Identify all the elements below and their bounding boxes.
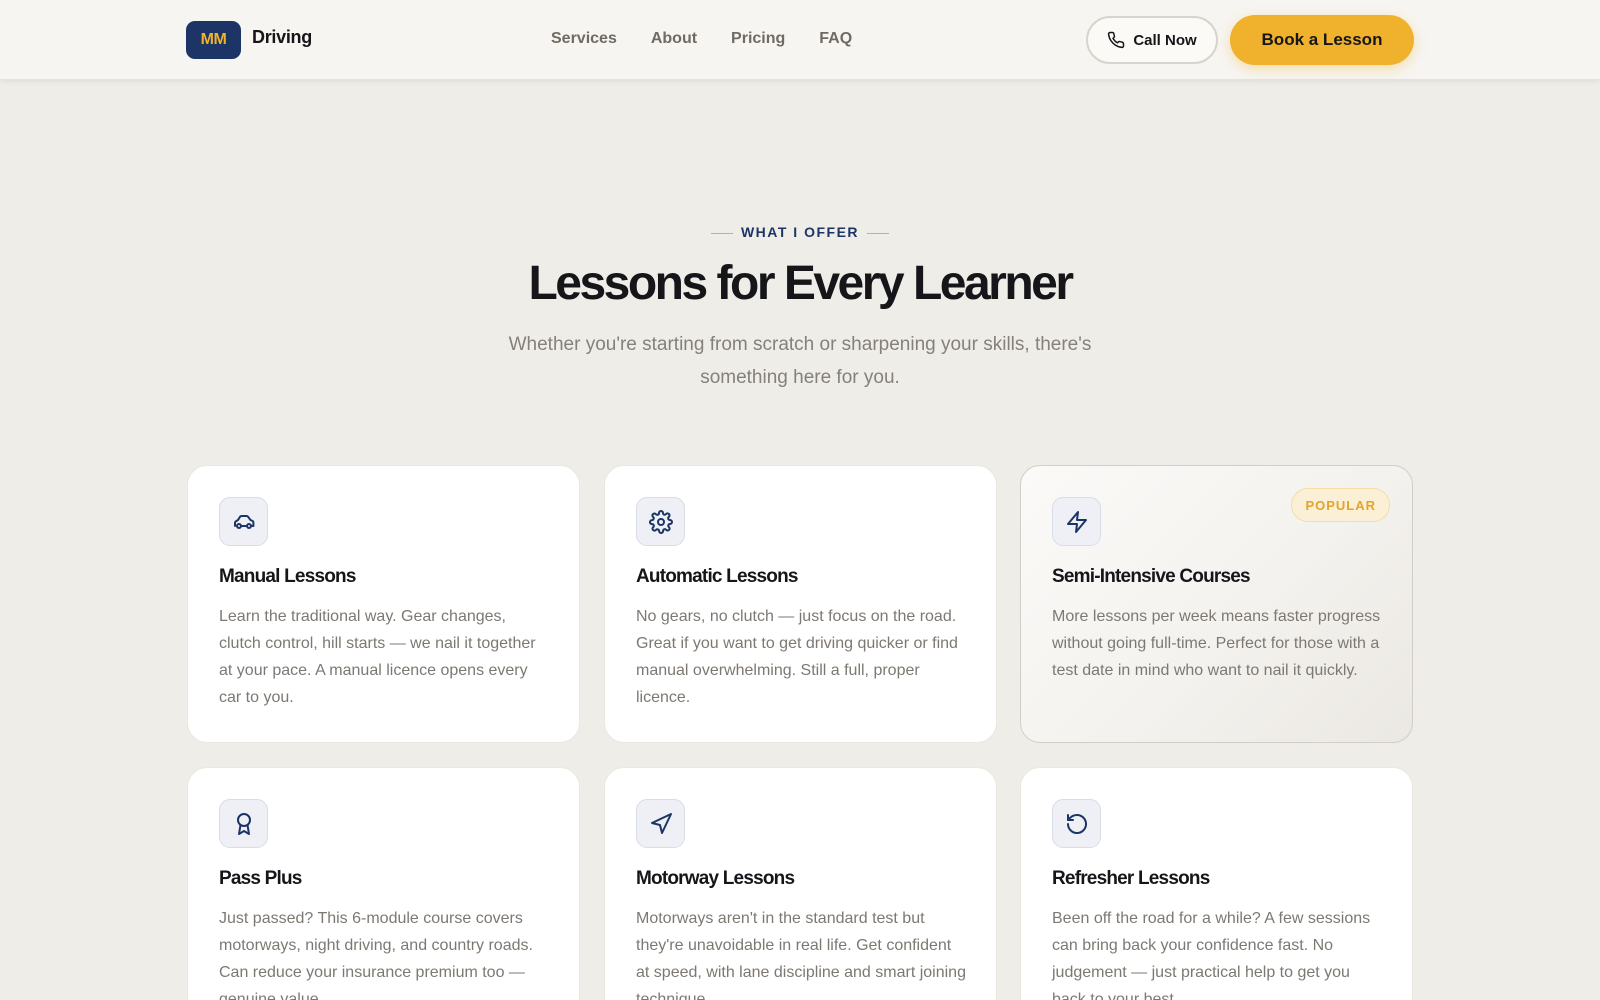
- section-title: Lessons for Every Learner: [528, 257, 1074, 310]
- section-eyebrow: WHAT I OFFER: [0, 224, 1600, 240]
- card-title: Manual Lessons: [219, 566, 356, 587]
- eyebrow-line-right: [867, 232, 890, 234]
- card-title: Semi-Intensive Courses: [1052, 566, 1251, 587]
- call-now-button[interactable]: Call Now: [1086, 16, 1218, 64]
- logo-text[interactable]: Driving: [252, 27, 312, 48]
- card-description: Been off the road for a while? A few ses…: [1052, 910, 1371, 1000]
- service-card-manual[interactable]: Manual Lessons Learn the traditional way…: [187, 465, 580, 743]
- phone-icon: [1108, 31, 1125, 49]
- card-title: Automatic Lessons: [636, 566, 798, 587]
- card-title: Pass Plus: [219, 868, 302, 889]
- gear-icon: [648, 509, 673, 534]
- service-card-refresher[interactable]: Refresher Lessons Been off the road for …: [1020, 767, 1413, 1000]
- card-icon-box: [219, 497, 268, 546]
- award-icon: [236, 812, 251, 835]
- nav-link-services[interactable]: Services: [551, 30, 617, 48]
- card-icon-box: [1052, 497, 1101, 546]
- eyebrow-text: WHAT I OFFER: [740, 224, 860, 240]
- call-now-label: Call Now: [1133, 31, 1197, 49]
- card-icon-box: [636, 497, 685, 546]
- lightning-icon: [1066, 510, 1087, 533]
- card-description: No gears, no clutch — just focus on the …: [636, 608, 958, 706]
- card-title: Refresher Lessons: [1052, 868, 1210, 889]
- nav-link-pricing[interactable]: Pricing: [731, 30, 785, 48]
- car-icon: [233, 514, 254, 529]
- card-description: Just passed? This 6-module course covers…: [219, 910, 533, 1000]
- service-card-semi-intensive[interactable]: POPULAR Semi-Intensive Courses More less…: [1020, 465, 1413, 743]
- nav-link-about[interactable]: About: [651, 30, 697, 48]
- popular-badge: POPULAR: [1291, 488, 1390, 522]
- card-icon-box: [219, 799, 268, 848]
- main-nav: Services About Pricing FAQ: [551, 30, 886, 48]
- refresh-icon: [1066, 813, 1087, 834]
- service-card-automatic[interactable]: Automatic Lessons No gears, no clutch — …: [604, 465, 997, 743]
- logo-badge[interactable]: MM: [186, 21, 241, 59]
- card-description: Learn the traditional way. Gear changes,…: [219, 608, 536, 706]
- nav-link-faq[interactable]: FAQ: [819, 30, 852, 48]
- card-description: Motorways aren't in the standard test bu…: [636, 910, 966, 1000]
- eyebrow-line-left: [710, 232, 733, 234]
- card-icon-box: [636, 799, 685, 848]
- site-header: MM Driving Services About Pricing FAQ Ca…: [0, 0, 1600, 80]
- service-card-motorway[interactable]: Motorway Lessons Motorways aren't in the…: [604, 767, 997, 1000]
- book-lesson-button[interactable]: Book a Lesson: [1230, 15, 1414, 65]
- section-subtitle: Whether you're starting from scratch or …: [508, 334, 1092, 388]
- service-card-pass-plus[interactable]: Pass Plus Just passed? This 6-module cou…: [187, 767, 580, 1000]
- card-description: More lessons per week means faster progr…: [1052, 608, 1381, 679]
- card-icon-box: [1052, 799, 1101, 848]
- navigation-icon: [650, 812, 672, 834]
- card-title: Motorway Lessons: [636, 868, 795, 889]
